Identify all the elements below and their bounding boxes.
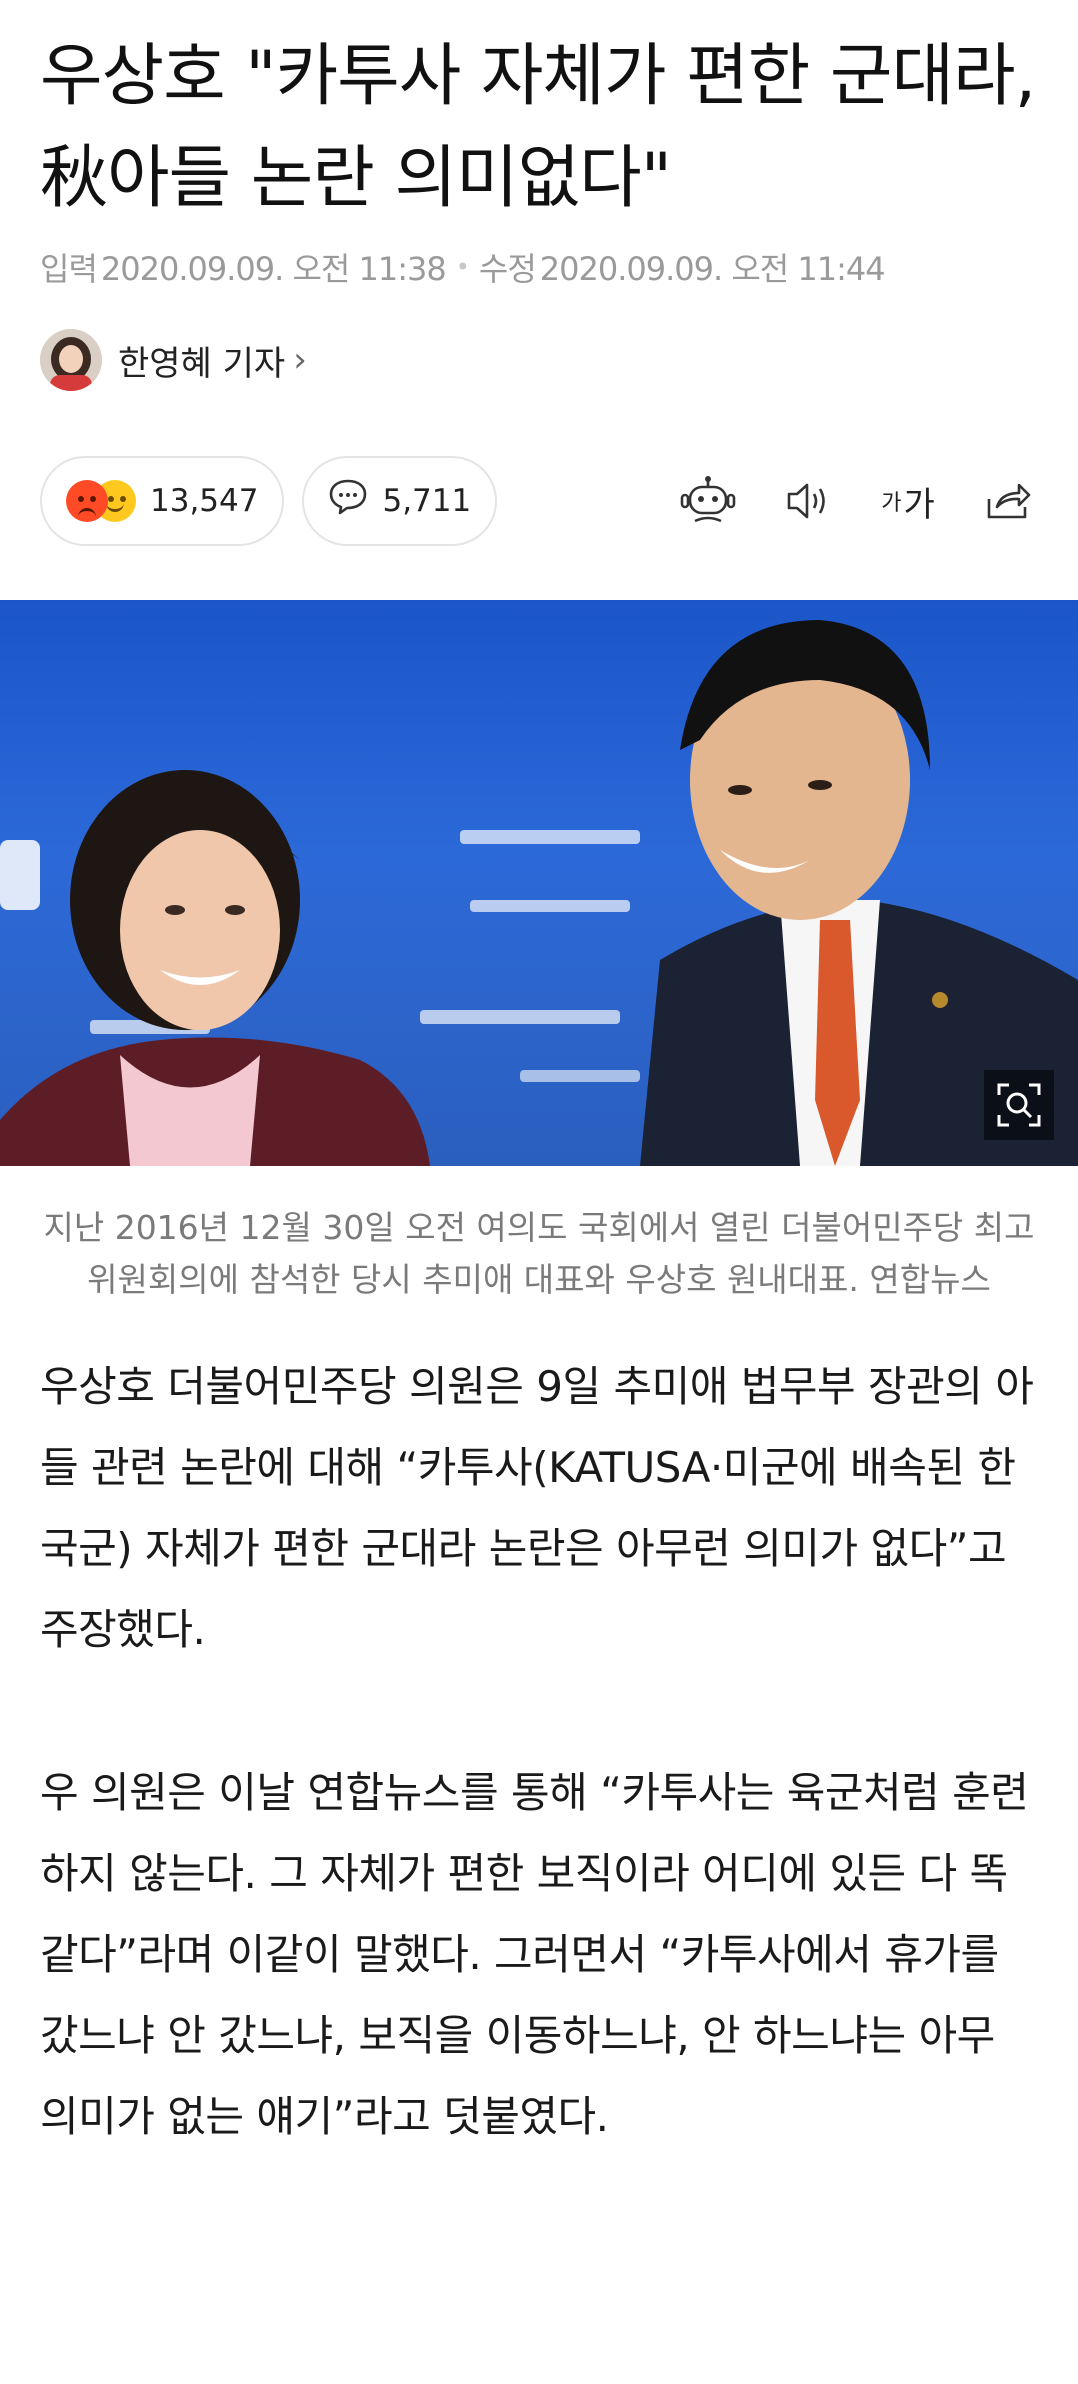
photo-caption: 지난 2016년 12월 30일 오전 여의도 국회에서 열린 더불어민주당 최… [43,1208,1035,1299]
input-time: 2020.09.09. 오전 11:38 [100,250,447,288]
input-label: 입력 [40,250,98,288]
article-meta: 입력 2020.09.09. 오전 11:38 • 수정 2020.09.09.… [40,244,1038,290]
chevron-right-icon: › [293,340,307,380]
font-size-small-label: 가 [881,491,902,516]
comment-icon [328,478,368,524]
angry-emoji-icon [66,480,108,522]
photo-illustration [0,620,1078,1166]
article-photo[interactable] [0,600,1078,1166]
font-size-large-label: 가 [903,484,935,525]
edit-label: 수정 [478,250,537,288]
author-name: 한영혜 기자 [118,343,286,384]
comment-button[interactable]: 5,711 [302,456,498,546]
font-size-icon[interactable]: 가가 [878,471,938,531]
meta-separator: • [455,253,470,281]
article-body: 우상호 더불어민주당 의원은 9일 추미애 법무부 장관의 아들 관련 논란에 … [40,1346,1038,2157]
body-paragraph: 우 의원은 이날 연합뉴스를 통해 “카투사는 육군처럼 훈련하지 않는다. 그… [40,1768,1029,2141]
article-title: 우상호 "카투사 자체가 편한 군대라, 秋아들 논란 의미없다" [40,37,1036,218]
avatar [40,329,102,391]
action-bar: 13,547 5,711 가 가 [40,454,1038,548]
comment-count: 5,711 [382,483,472,519]
author-link[interactable]: 한영혜 기자 › [40,328,1038,392]
share-icon[interactable] [978,471,1038,531]
robot-icon[interactable] [678,471,738,531]
reaction-button[interactable]: 13,547 [40,456,285,546]
tool-group: 가가 [638,471,1038,531]
speaker-icon[interactable] [778,471,838,531]
body-paragraph: 우상호 더불어민주당 의원은 9일 추미애 법무부 장관의 아들 관련 논란에 … [40,1362,1034,1654]
reaction-emojis [66,480,136,522]
zoom-icon[interactable] [984,1070,1054,1140]
edit-time: 2020.09.09. 오전 11:44 [539,250,886,288]
reaction-count: 13,547 [150,483,259,519]
